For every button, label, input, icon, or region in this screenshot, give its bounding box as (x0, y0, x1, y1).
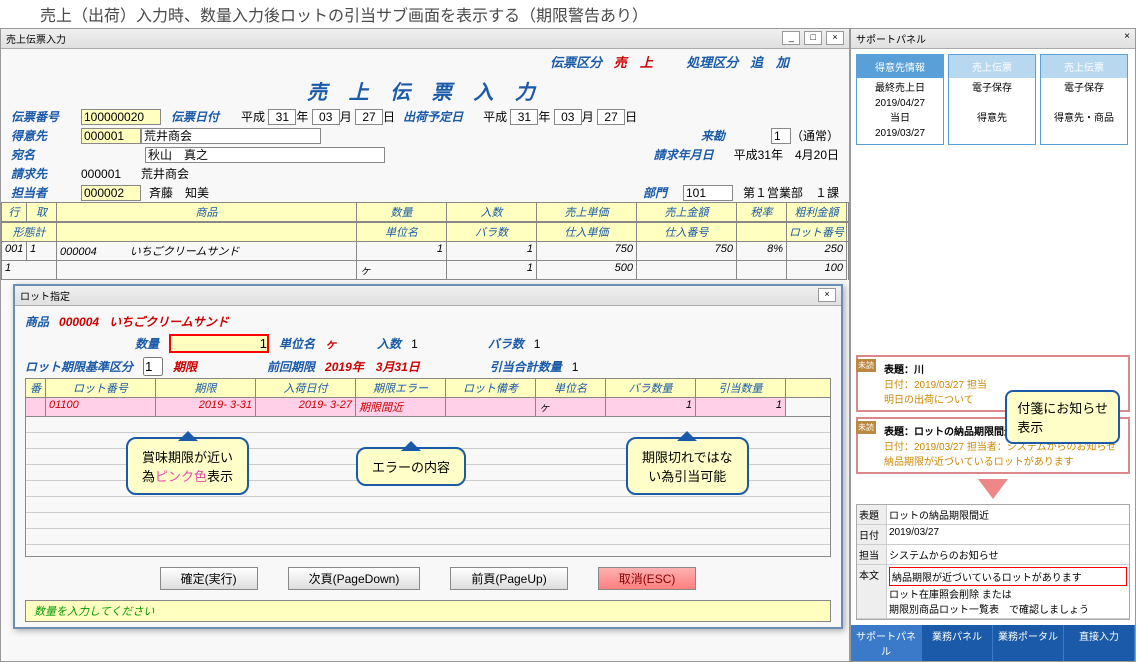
callout-error: エラーの内容 (356, 447, 466, 486)
grid-subheader: 形態計単位名 バラ数仕入単価仕入番号 ロット番号 (1, 222, 849, 242)
tile-sales1[interactable]: 売上伝票 電子保存得意先 (948, 54, 1036, 145)
note-detail: 表題ロットの納品期限間近 日付2019/03/27 担当システムからのお知らせ … (856, 504, 1130, 620)
support-close-icon[interactable]: × (1124, 31, 1130, 46)
tab-portal[interactable]: 業務ポータル (993, 625, 1064, 661)
ship-date-label: 出荷予定日 (403, 108, 483, 125)
seikyu-date-value: 平成31年 4月20日 (734, 146, 839, 163)
sub-grid-row-pink[interactable]: 01100 2019- 3-31 2019- 3-27 期限間近 ヶ 1 1 (25, 398, 831, 417)
raiten-text: （通常） (791, 127, 839, 144)
tab-support[interactable]: サポートパネル (851, 625, 922, 661)
window-title: 売上伝票入力 (6, 31, 66, 46)
note-badge-icon: 未読 (856, 359, 876, 372)
grid-header: 行取商品 数量入数売上単価 売上金額税率粗利金額 (1, 202, 849, 222)
denpyo-kubun-value: 売 上 (614, 55, 653, 70)
sub-nyu-label: 入数 (377, 335, 401, 352)
atena-label: 宛名 (11, 146, 81, 163)
sub-window-title: ロット指定 (20, 288, 70, 303)
tantou-label: 担当者 (11, 184, 81, 201)
denpyo-no-label: 伝票番号 (11, 108, 81, 125)
sub-close-icon[interactable]: × (818, 288, 836, 302)
lot-sub-window: ロット指定 × 商品 000004 いちごクリームサンド 数量 単位名 ヶ 入数… (13, 284, 843, 629)
main-window: 売上伝票入力 _ □ × 伝票区分 売 上 処理区分 追 加 売 上 伝 票 入… (0, 28, 850, 662)
tile-sales2[interactable]: 売上伝票 電子保存得意先・商品 (1040, 54, 1128, 145)
ship-month-input[interactable] (554, 109, 582, 125)
sub-total-label: 引当合計数量 (490, 358, 562, 375)
sub-item-label: 商品 (25, 313, 49, 330)
tantou-name: 斉藤 知美 (149, 184, 209, 201)
callout-ok: 期限切れではない為引当可能 (626, 437, 749, 495)
main-titlebar: 売上伝票入力 _ □ × (1, 29, 849, 49)
atena-input[interactable] (145, 147, 385, 163)
sub-grid-header: 番ロット番号期限 入荷日付期限エラーロット備考 単位名バラ数量引当数量 (25, 378, 831, 398)
cancel-button[interactable]: 取消(ESC) (598, 567, 697, 590)
tantou-code-input[interactable] (81, 185, 141, 201)
note-highlight: 納品期限が近づいているロットがあります (889, 567, 1127, 586)
tokui-code-input[interactable] (81, 128, 141, 144)
page-title: 売上（出荷）入力時、数量入力後ロットの引当サブ画面を表示する（期限警告あり） (0, 0, 1140, 28)
note-badge-icon: 未読 (856, 421, 876, 434)
ship-year-input[interactable] (510, 109, 538, 125)
date-year-input[interactable] (268, 109, 296, 125)
date-day-input[interactable] (355, 109, 383, 125)
sub-bara-label: バラ数 (488, 335, 524, 352)
raiten-input[interactable] (771, 128, 791, 144)
support-panel: サポートパネル × 得意先情報 最終売上日2019/04/27 当日2019/0… (850, 28, 1136, 662)
denpyo-kubun-label: 伝票区分 (550, 55, 602, 70)
sub-qty-input[interactable] (169, 334, 269, 353)
arrow-down-icon (978, 479, 1008, 499)
shori-kubun-label: 処理区分 (686, 55, 738, 70)
denpyo-date-label: 伝票日付 (171, 108, 241, 125)
tile-customer[interactable]: 得意先情報 最終売上日2019/04/27 当日2019/03/27 (856, 54, 944, 145)
tab-direct[interactable]: 直接入力 (1064, 625, 1135, 661)
callout-pink: 賞味期限が近い 為ピンク色表示 (126, 437, 249, 495)
document-title: 売 上 伝 票 入 力 (1, 74, 849, 107)
seikyu-name: 荒井商会 (141, 165, 189, 182)
minimize-icon[interactable]: _ (782, 31, 800, 45)
maximize-icon[interactable]: □ (804, 31, 822, 45)
prev-page-button[interactable]: 前頁(PageUp) (450, 567, 567, 590)
footer-tabs: サポートパネル 業務パネル 業務ポータル 直接入力 (851, 625, 1135, 661)
confirm-button[interactable]: 確定(実行) (160, 567, 258, 590)
tab-gyomu[interactable]: 業務パネル (922, 625, 993, 661)
ship-day-input[interactable] (597, 109, 625, 125)
close-icon[interactable]: × (826, 31, 844, 45)
next-page-button[interactable]: 次頁(PageDown) (288, 567, 421, 590)
sub-prev-label: 前回期限 (267, 358, 315, 375)
tokui-name-input[interactable] (141, 128, 321, 144)
sub-item-code: 000004 (59, 315, 99, 329)
sub-qty-label: 数量 (135, 335, 159, 352)
tokui-label: 得意先 (11, 127, 81, 144)
grid-row-sub[interactable]: 1 ヶ1 500100 (1, 261, 849, 280)
support-panel-title: サポートパネル (856, 31, 926, 46)
sub-base-input[interactable] (143, 357, 163, 376)
date-month-input[interactable] (312, 109, 340, 125)
shori-kubun-value: 追 加 (750, 55, 789, 70)
seikyu-label: 請求先 (11, 165, 81, 182)
denpyo-no-input[interactable] (81, 109, 161, 125)
seikyu-date-label: 請求年月日 (654, 146, 734, 163)
bumon-name: 第１営業部 １課 (743, 184, 839, 201)
sub-grid-empty: 賞味期限が近い 為ピンク色表示 エラーの内容 期限切れではない為引当可能 (25, 417, 831, 557)
sub-base-label: ロット期限基準区分 (25, 358, 133, 375)
callout-sticky: 付箋にお知らせ表示 (1005, 390, 1120, 444)
status-message: 数量を入力してください (25, 600, 831, 622)
seikyu-code: 000001 (81, 167, 141, 181)
bumon-label: 部門 (643, 184, 683, 201)
grid-row[interactable]: 0011 000004 いちごクリームサンド 11 750750 8%250 (1, 242, 849, 261)
raiten-label: 来勘 (701, 127, 771, 144)
sub-item-name: いちごクリームサンド (109, 313, 229, 330)
bumon-code-input[interactable] (683, 185, 733, 201)
sub-unit-val: ヶ (325, 335, 337, 352)
sub-titlebar: ロット指定 × (15, 286, 841, 306)
sub-unit-label: 単位名 (279, 335, 315, 352)
